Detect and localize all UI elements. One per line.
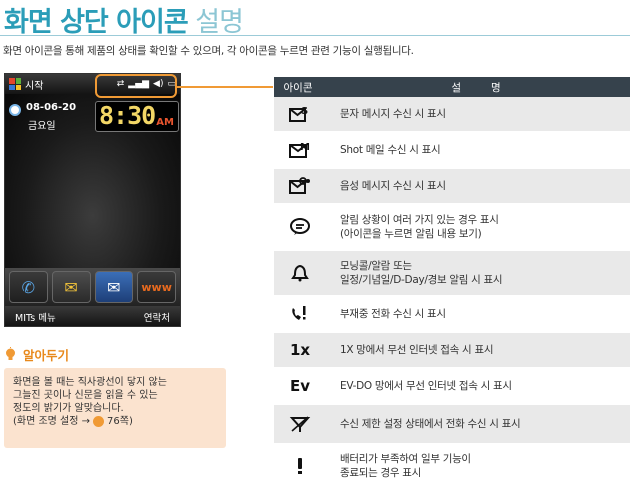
table-row: M Shot 메일 수신 시 표시	[274, 133, 630, 169]
table-row: 부재중 전화 수신 시 표시	[274, 297, 630, 333]
description-line: 일정/기념일/D-Day/경보 알림 시 표시	[340, 274, 503, 286]
icon-description-table: 아이콘 설명 S 문자 메시지 수신 시 표시 M Shot 메일 수신 시 표시음성…	[274, 77, 630, 489]
tip-ref-page[interactable]: 76쪽)	[107, 415, 133, 428]
phone-softkeys: MITs 메뉴 연락처	[5, 306, 180, 326]
app-dock: ✆ ✉ ✉ www	[5, 268, 180, 306]
call-restriction-icon	[274, 405, 326, 443]
description-line: Shot 메일 수신 시 표시	[340, 144, 441, 156]
description-line: (아이콘을 누르면 알림 내용 보기)	[340, 228, 482, 240]
lightbulb-icon	[6, 347, 15, 360]
table-row: 수신 제한 설정 상태에서 전화 수신 시 표시	[274, 405, 630, 445]
clock-ampm: AM	[156, 117, 174, 128]
1x-network-icon: 1x	[289, 341, 311, 359]
svg-text:M: M	[300, 142, 310, 153]
description-line: 음성 메시지 수신 시 표시	[340, 180, 446, 192]
table-row: S 문자 메시지 수신 시 표시	[274, 97, 630, 133]
voice-message-icon	[274, 169, 326, 203]
description-line: 1X 망에서 무선 인터넷 접속 시 표시	[340, 344, 494, 356]
tip-line: 화면을 볼 때는 직사광선이 닿지 않는	[13, 377, 167, 388]
message-app-icon[interactable]: ✉	[51, 271, 91, 303]
shot-mail-icon: M	[274, 133, 326, 167]
missed-call-icon	[274, 297, 326, 331]
title-divider	[0, 35, 630, 36]
table-row: 1x 1X 망에서 무선 인터넷 접속 시 표시	[274, 333, 630, 369]
digital-clock[interactable]: 8:30 AM	[95, 101, 179, 132]
tip-reference: (화면 조명 설정 → 76쪽)	[13, 415, 217, 428]
tip-ref-prefix: (화면 조명 설정 →	[13, 416, 91, 427]
windows-start-icon[interactable]	[9, 78, 21, 90]
table-header: 아이콘 설명	[274, 77, 630, 97]
row-description: 문자 메시지 수신 시 표시	[326, 107, 630, 121]
description-line: 알림 상황이 여러 가지 있는 경우 표시	[340, 214, 499, 226]
row-description: 수신 제한 설정 상태에서 전화 수신 시 표시	[326, 417, 630, 431]
row-description: 알림 상황이 여러 가지 있는 경우 표시 (아이콘을 누르면 알림 내용 보기)	[326, 213, 630, 241]
description-line: EV-DO 망에서 무선 인터넷 접속 시 표시	[340, 380, 512, 392]
header-icon-column: 아이콘	[283, 81, 313, 94]
row-description: 1X 망에서 무선 인터넷 접속 시 표시	[326, 343, 630, 357]
clock-time: 8:30	[99, 101, 156, 130]
table-row: 알림 상황이 여러 가지 있는 경우 표시 (아이콘을 누르면 알림 내용 보기)	[274, 205, 630, 251]
phone-screen: 시작 ⇄ ▂▄▆ ◀) ▭ 08-06-20 금요일 8:30 AM ✆ ✉ ✉…	[4, 73, 181, 327]
callout-connector	[177, 86, 273, 88]
email-app-icon[interactable]: ✉	[94, 271, 134, 303]
table-row: 음성 메시지 수신 시 표시	[274, 169, 630, 205]
description-line: 수신 제한 설정 상태에서 전화 수신 시 표시	[340, 418, 521, 430]
row-description: Shot 메일 수신 시 표시	[326, 143, 630, 157]
phone-home-screen: 08-06-20 금요일 8:30 AM	[5, 94, 180, 268]
clock-icon	[9, 104, 21, 116]
svg-text:S: S	[301, 106, 308, 117]
sms-icon: S	[274, 97, 326, 131]
description-line: 모닝콜/알람 또는	[340, 260, 412, 272]
header-desc-column: 설명	[451, 81, 531, 94]
tip-line: 정도의 밝기가 알맞습니다.	[13, 403, 124, 414]
description-line: 문자 메시지 수신 시 표시	[340, 108, 446, 120]
page-reference-icon	[93, 416, 105, 427]
row-description: 모닝콜/알람 또는일정/기념일/D-Day/경보 알림 시 표시	[326, 259, 630, 287]
home-weekday: 금요일	[28, 121, 56, 132]
tip-title: 알아두기	[23, 348, 70, 363]
status-icons-highlight	[95, 74, 177, 98]
description-line: 배터리가 부족하여 일부 기능이	[340, 453, 471, 465]
row-description: 배터리가 부족하여 일부 기능이종료되는 경우 표시	[326, 452, 630, 480]
start-label[interactable]: 시작	[25, 77, 43, 92]
row-description: EV-DO 망에서 무선 인터넷 접속 시 표시	[326, 379, 630, 393]
softkey-contacts[interactable]: 연락처	[144, 310, 170, 324]
row-description: 부재중 전화 수신 시 표시	[326, 307, 630, 321]
alarm-bell-icon	[274, 251, 326, 295]
description-line: 부재중 전화 수신 시 표시	[340, 308, 446, 320]
softkey-menu[interactable]: MITs 메뉴	[15, 310, 56, 324]
table-row: 배터리가 부족하여 일부 기능이종료되는 경우 표시	[274, 445, 630, 489]
intro-text: 화면 아이콘을 통해 제품의 상태를 확인할 수 있으며, 각 아이콘을 누르면…	[3, 45, 414, 57]
evdo-network-icon: Ev	[289, 377, 311, 395]
page-title-sub: 설명	[195, 7, 244, 38]
low-battery-warning-icon	[274, 445, 326, 487]
page-title-main: 화면 상단 아이콘	[4, 7, 189, 38]
description-line: 종료되는 경우 표시	[340, 467, 421, 479]
table-row: 모닝콜/알람 또는일정/기념일/D-Day/경보 알림 시 표시	[274, 251, 630, 297]
row-description: 음성 메시지 수신 시 표시	[326, 179, 630, 193]
tip-heading: 알아두기	[3, 345, 69, 364]
tip-line: 그늘진 곳이나 신문을 읽을 수 있는	[13, 390, 158, 401]
www-app-icon[interactable]: www	[137, 271, 176, 303]
tip-box: 화면을 볼 때는 직사광선이 닿지 않는 그늘진 곳이나 신문을 읽을 수 있는…	[4, 368, 226, 448]
table-row: Ev EV-DO 망에서 무선 인터넷 접속 시 표시	[274, 369, 630, 405]
home-date: 08-06-20	[26, 102, 77, 113]
phone-app-icon[interactable]: ✆	[9, 271, 48, 303]
notification-icon	[274, 205, 326, 249]
page-title: 화면 상단 아이콘 설명	[4, 0, 244, 39]
